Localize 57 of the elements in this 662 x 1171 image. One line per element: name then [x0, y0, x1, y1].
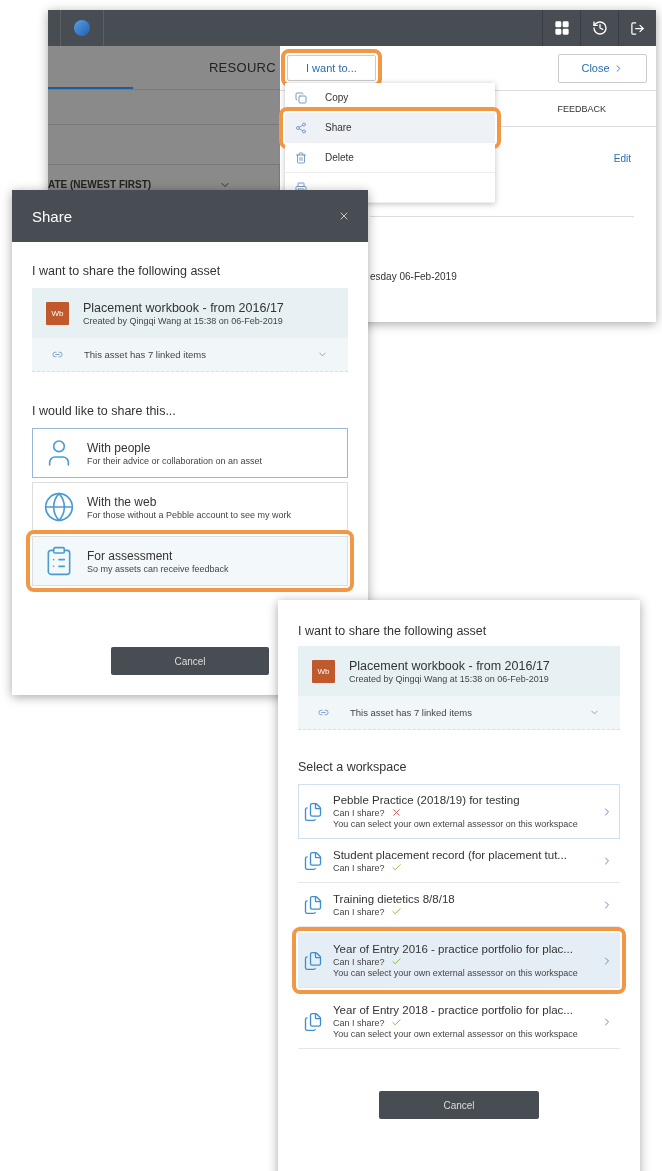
workspace-name: Training dietetics 8/8/18	[333, 893, 456, 905]
workspace-note: You can select your own external assessor on this workspace	[333, 819, 579, 829]
link-icon	[318, 707, 329, 718]
menu-item[interactable]: Delete	[285, 143, 495, 173]
section-heading: I would like to share this...	[32, 404, 177, 418]
documents-icon	[303, 950, 323, 971]
edit-link[interactable]: Edit	[613, 153, 631, 164]
asset-meta: Created by Qingqi Wang at 15:38 on 06-Feb-2019	[349, 673, 550, 684]
workspace-name: Student placement record (for placement tut...	[333, 849, 568, 861]
workspace-note: You can select your own external assessor on this workspace	[333, 1029, 579, 1039]
can-share-label: Can I share?	[333, 807, 385, 818]
asset-title: Placement workbook - from 2016/17	[83, 300, 284, 315]
resources-tab[interactable]: RESOURC	[208, 60, 276, 75]
workspace-name: Year of Entry 2016 - practice portfolio for plac...	[333, 943, 574, 955]
asset-badge: Wb	[46, 301, 69, 325]
date-text: esday 06-Feb-2019	[370, 271, 458, 282]
i-want-to-button[interactable]: I want to...	[287, 55, 376, 81]
asset-meta: Created by Qingqi Wang at 15:38 on 06-Feb-2019	[83, 315, 284, 326]
workspace-note: You can select your own external assessor on this workspace	[333, 968, 579, 978]
linked-items-row[interactable]: This asset has 7 linked items	[32, 338, 348, 372]
share-icon	[295, 121, 307, 134]
dialog-title: Share	[32, 207, 73, 225]
cancel-button[interactable]: Cancel	[111, 647, 269, 675]
section-heading: I want to share the following asset	[298, 624, 488, 638]
can-share-label: Can I share?	[333, 862, 385, 873]
feedback-tab[interactable]: FEEDBACK	[557, 103, 606, 114]
share-option[interactable]: For assessment So my assets can receive feedback	[32, 536, 348, 586]
close-icon[interactable]	[338, 210, 350, 222]
linked-items-text: This asset has 7 linked items	[84, 349, 207, 360]
section-heading: I want to share the following asset	[32, 264, 222, 278]
workspace-row[interactable]: Pebble Practice (2018/19) for testing Can I share? You can select your own external assessor on this workspace	[298, 784, 620, 839]
linked-items-text: This asset has 7 linked items	[350, 707, 473, 718]
section-heading: Select a workspace	[298, 760, 408, 774]
sort-label[interactable]: ATE (NEWEST FIRST)	[48, 179, 152, 190]
delete-icon	[295, 151, 307, 164]
documents-icon	[303, 851, 323, 871]
workspace-row[interactable]: Year of Entry 2016 - practice portfolio for plac... Can I share? You can select your own external assessor on this workspace	[298, 933, 620, 988]
copy-icon	[295, 91, 307, 104]
share-option[interactable]: With the web For those without a Pebble account to see my work	[32, 482, 348, 532]
share-option[interactable]: With people For their advice or collaboration on an asset	[32, 428, 348, 478]
asset-title: Placement workbook - from 2016/17	[349, 658, 550, 673]
workspace-name: Pebble Practice (2018/19) for testing	[333, 794, 521, 806]
can-share-label: Can I share?	[333, 956, 385, 967]
documents-icon	[303, 801, 323, 822]
asset-badge: Wb	[312, 659, 335, 683]
can-share-label: Can I share?	[333, 1017, 385, 1028]
documents-icon	[303, 1011, 323, 1032]
globe-icon	[43, 491, 75, 523]
link-icon	[52, 349, 63, 360]
workspace-name: Year of Entry 2018 - practice portfolio for plac...	[333, 1004, 574, 1016]
cancel-button[interactable]: Cancel	[379, 1091, 539, 1119]
linked-items-row[interactable]: This asset has 7 linked items	[298, 696, 620, 730]
menu-item[interactable]: Share	[285, 113, 495, 143]
close-button[interactable]: Close	[558, 53, 647, 83]
logo-icon	[74, 20, 90, 36]
can-share-label: Can I share?	[333, 906, 385, 917]
documents-icon	[303, 895, 323, 915]
